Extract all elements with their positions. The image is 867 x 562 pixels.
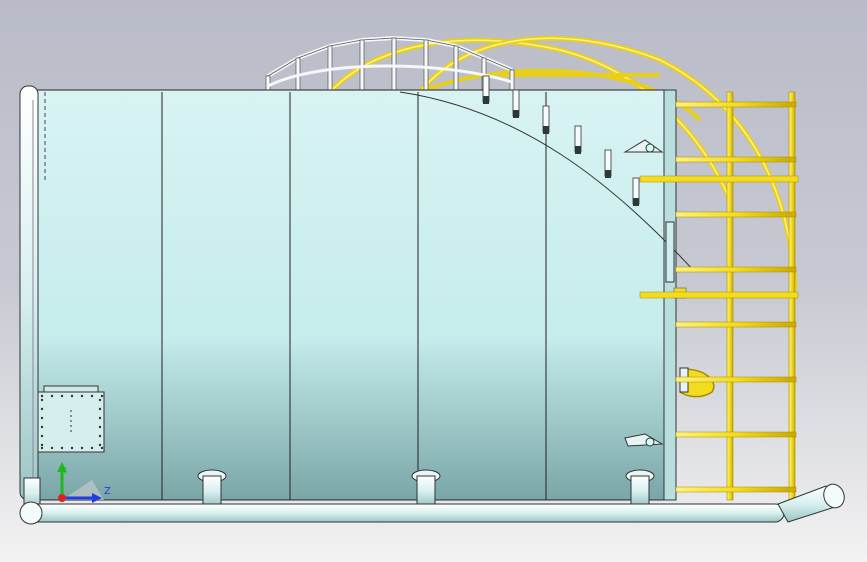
nozzle-pipe <box>630 475 650 507</box>
bolt <box>40 425 44 429</box>
bolt <box>100 394 104 398</box>
bolt <box>40 416 44 420</box>
ladder-rung <box>675 101 797 108</box>
ladder-rung <box>675 266 797 273</box>
ladder-landing-rail <box>639 291 799 299</box>
nozzle-pipe <box>416 475 436 507</box>
triad-z-label: Z <box>104 486 111 497</box>
ladder-rung <box>675 321 797 328</box>
roof-bracket-base <box>605 170 611 178</box>
bolt <box>70 394 74 398</box>
bolt <box>98 434 102 438</box>
ladder-rung <box>675 156 797 163</box>
roof-bracket-base <box>513 110 519 118</box>
roof-bracket-base <box>483 96 489 104</box>
cad-viewport[interactable]: X Z <box>0 0 867 562</box>
roof-bracket-base <box>633 198 639 206</box>
triad-origin <box>58 494 66 502</box>
bolt <box>98 407 102 411</box>
bolt <box>100 446 104 450</box>
bolt <box>70 446 74 450</box>
nozzle-pipe <box>202 475 222 507</box>
ladder-landing-rail <box>639 175 799 183</box>
bolt <box>90 446 94 450</box>
roof-bracket-base <box>543 126 549 134</box>
tank-shell <box>34 89 696 501</box>
manhole-cover <box>37 385 105 453</box>
ladder-rung <box>675 431 797 438</box>
bolt <box>40 394 44 398</box>
bolt <box>50 446 54 450</box>
bolt <box>50 394 54 398</box>
bolt <box>40 443 44 447</box>
bolt <box>40 398 44 402</box>
bolt <box>40 407 44 411</box>
bolt <box>40 446 44 450</box>
bolt <box>98 398 102 402</box>
ladder-rung <box>675 211 797 218</box>
bolt <box>80 446 84 450</box>
bolt <box>98 425 102 429</box>
bolt <box>80 394 84 398</box>
ladder-rung <box>675 486 797 493</box>
bolt <box>90 394 94 398</box>
bolt <box>98 416 102 420</box>
top-railing <box>265 35 515 97</box>
roof-bracket-base <box>575 146 581 154</box>
triad-x-label: X <box>60 466 67 477</box>
railing-top-rail <box>266 35 513 78</box>
tank-model-view[interactable]: X Z <box>0 0 867 562</box>
bolt <box>60 394 64 398</box>
bolt <box>98 443 102 447</box>
ladder-rung <box>675 376 797 383</box>
bolt <box>40 434 44 438</box>
bolt <box>60 446 64 450</box>
